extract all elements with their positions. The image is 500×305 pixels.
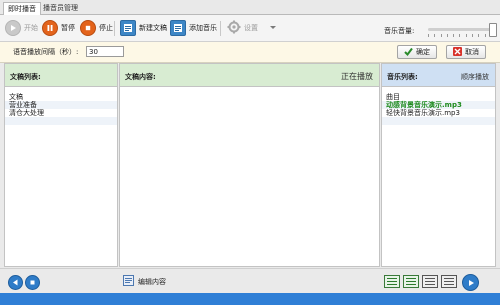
list-item[interactable]: 动感背景音乐演示.mp3 xyxy=(382,101,495,109)
settings-label: 设置 xyxy=(244,24,258,32)
edit-content-label: 编辑内容 xyxy=(138,277,166,286)
toolbar-divider xyxy=(114,21,115,36)
volume-slider-track[interactable] xyxy=(428,28,492,31)
remove-track-icon[interactable] xyxy=(403,275,419,288)
previous-icon xyxy=(13,279,18,286)
list-item[interactable]: 营业准备 xyxy=(5,101,117,109)
music-list-panel: 音乐列表: 顺序播放 曲目 动感背景音乐演示.mp3 轻快背景音乐演示.mp3 xyxy=(381,63,496,267)
tab-instant-broadcast[interactable]: 即时播音 xyxy=(3,2,41,15)
new-document-label: 新建文稿 xyxy=(139,24,167,32)
volume-tick-marks xyxy=(428,34,492,37)
music-list-column-header: 曲目 xyxy=(382,93,495,101)
close-icon xyxy=(453,46,462,58)
tab-announcer-management[interactable]: 播音员管理 xyxy=(39,2,82,14)
document-content-header: 文稿内容: 正在播放 xyxy=(120,64,379,87)
playback-mode[interactable]: 顺序播放 xyxy=(461,72,489,82)
volume-label: 音乐音量: xyxy=(384,27,415,35)
bottom-bar: 编辑内容 xyxy=(0,268,500,293)
chevron-down-icon[interactable] xyxy=(270,24,276,32)
square-icon xyxy=(30,280,35,285)
interval-input[interactable]: 30 xyxy=(86,46,124,57)
move-down-icon[interactable] xyxy=(441,275,457,288)
start-label: 开始 xyxy=(24,24,38,32)
play-icon xyxy=(5,20,21,36)
toolbar-divider xyxy=(220,21,221,36)
document-list-panel: 文稿列表: 文稿 营业准备 清仓大处理 xyxy=(4,63,118,267)
stop-circle-button[interactable] xyxy=(25,275,40,290)
status-bar xyxy=(0,293,500,305)
play-music-button[interactable] xyxy=(462,274,479,291)
pause-icon xyxy=(42,20,58,36)
checkmark-icon xyxy=(404,47,413,58)
previous-button[interactable] xyxy=(8,275,23,290)
cancel-button[interactable]: 取消 xyxy=(446,45,486,59)
stop-button[interactable]: 停止 xyxy=(80,20,113,36)
confirm-button[interactable]: 确定 xyxy=(397,45,437,59)
start-button[interactable]: 开始 xyxy=(5,20,38,36)
toolbar: 开始 暂停 停止 新建文稿 添加音乐 设置 音乐音量: xyxy=(0,15,500,42)
interval-bar: 语音播放间隔（秒）: 30 确定 取消 xyxy=(0,42,500,63)
interval-label: 语音播放间隔（秒）: xyxy=(13,48,79,56)
document-content-panel: 文稿内容: 正在播放 xyxy=(119,63,380,267)
edit-content-button[interactable]: 编辑内容 xyxy=(123,275,166,288)
settings-icon xyxy=(227,20,241,36)
edit-document-icon xyxy=(123,275,134,288)
pause-button[interactable]: 暂停 xyxy=(42,20,75,36)
list-item-empty xyxy=(5,117,117,125)
list-item[interactable]: 轻快背景音乐演示.mp3 xyxy=(382,109,495,117)
document-list-header: 文稿列表: xyxy=(5,64,117,87)
add-track-icon[interactable] xyxy=(384,275,400,288)
add-music-button[interactable]: 添加音乐 xyxy=(170,20,217,36)
music-list-title: 音乐列表: xyxy=(387,73,418,81)
move-up-icon[interactable] xyxy=(422,275,438,288)
add-music-icon xyxy=(170,20,186,36)
document-list-title: 文稿列表: xyxy=(10,73,41,81)
document-content-area[interactable] xyxy=(120,86,379,266)
confirm-label: 确定 xyxy=(416,48,430,56)
list-item[interactable]: 文稿 xyxy=(5,93,117,101)
stop-icon xyxy=(80,20,96,36)
add-music-label: 添加音乐 xyxy=(189,24,217,32)
stop-label: 停止 xyxy=(99,24,113,32)
settings-button[interactable]: 设置 xyxy=(227,20,276,36)
volume-slider-thumb[interactable] xyxy=(489,23,497,37)
play-icon xyxy=(468,279,474,286)
document-content-title: 文稿内容: xyxy=(125,73,156,81)
music-list-header: 音乐列表: 顺序播放 xyxy=(382,64,495,87)
list-item-empty xyxy=(382,117,495,125)
playback-status: 正在播放 xyxy=(341,72,373,81)
tab-bar: 即时播音 播音员管理 xyxy=(0,0,500,15)
pause-label: 暂停 xyxy=(61,24,75,32)
new-document-button[interactable]: 新建文稿 xyxy=(120,20,167,36)
cancel-label: 取消 xyxy=(465,48,479,56)
new-document-icon xyxy=(120,20,136,36)
list-item[interactable]: 清仓大处理 xyxy=(5,109,117,117)
